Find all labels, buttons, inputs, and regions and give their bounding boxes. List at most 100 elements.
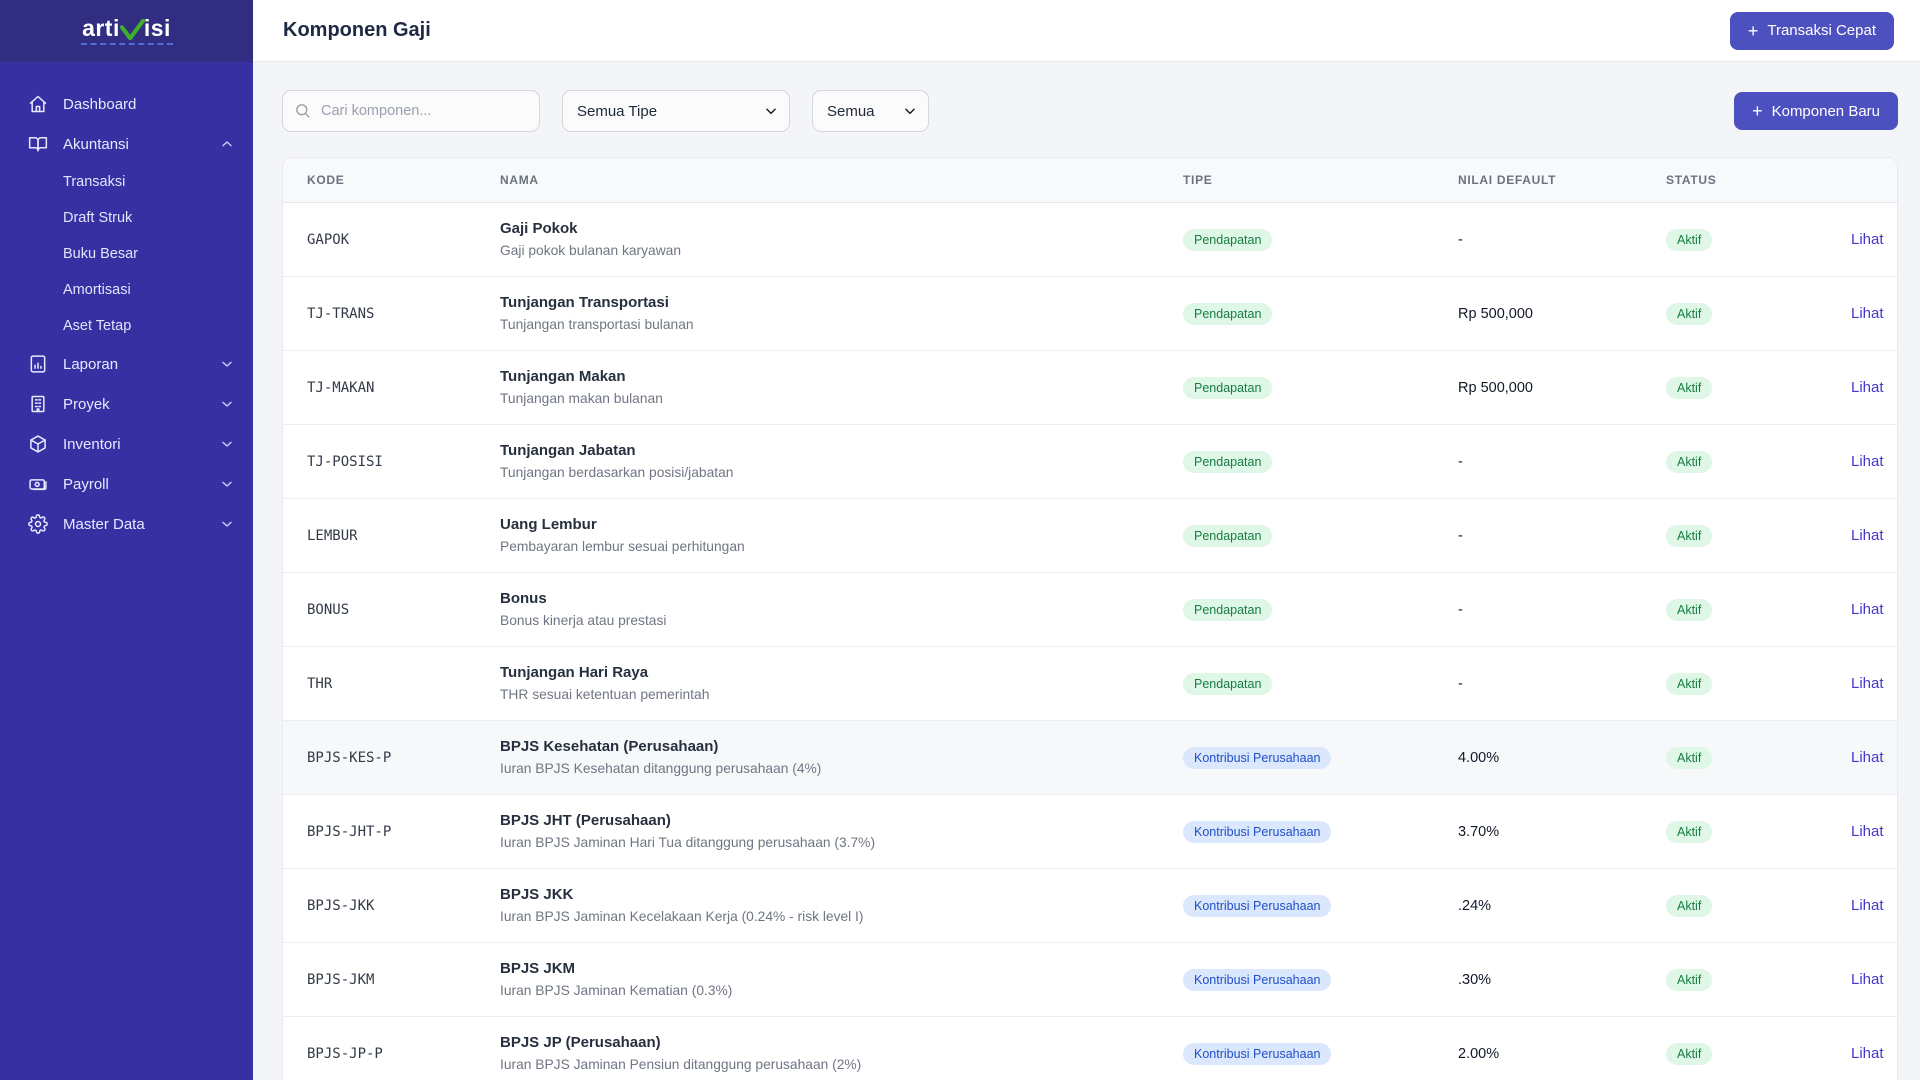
components-table: KODE NAMA TIPE NILAI DEFAULT STATUS GAPOK Gaj… — [283, 158, 1897, 1080]
sidebar-item-payroll[interactable]: Payroll — [0, 464, 253, 504]
quick-transaction-button[interactable]: + Transaksi Cepat — [1729, 11, 1894, 50]
default-value: - — [1458, 527, 1463, 544]
sidebar-subitem-aset-tetap[interactable]: Aset Tetap — [0, 308, 253, 344]
component-name: Tunjangan Jabatan — [500, 442, 636, 459]
logo-band: arti isi — [0, 0, 253, 62]
type-badge: Pendapatan — [1183, 524, 1273, 547]
component-code: GAPOK — [307, 231, 350, 248]
default-value: - — [1458, 601, 1463, 618]
lihat-link[interactable]: Lihat — [1851, 601, 1884, 618]
type-badge: Pendapatan — [1183, 672, 1273, 695]
table-row: LEMBUR Uang Lembur Pembayaran lembur sesua… — [283, 498, 1897, 573]
lihat-link[interactable]: Lihat — [1851, 379, 1884, 396]
component-name: BPJS Kesehatan (Perusahaan) — [500, 738, 719, 755]
lihat-link[interactable]: Lihat — [1851, 823, 1884, 840]
component-code: BPJS-KES-P — [307, 749, 392, 766]
lihat-link[interactable]: Lihat — [1851, 527, 1884, 544]
table-row: BPJS-JP-P BPJS JP (Perusahaan) Iuran BPJS … — [283, 1016, 1897, 1080]
status-badge: Aktif — [1666, 746, 1713, 769]
sidebar-subitem-amortisasi[interactable]: Amortisasi — [0, 272, 253, 308]
default-value: 4.00% — [1458, 749, 1500, 766]
component-code: BPJS-JKM — [307, 971, 375, 988]
sidebar-item-dashboard[interactable]: Dashboard — [0, 84, 253, 124]
component-name: BPJS JKK — [500, 886, 574, 903]
sidebar-subitem-buku-besar[interactable]: Buku Besar — [0, 236, 253, 272]
brand-underline — [80, 43, 173, 45]
chevron-down-icon — [219, 476, 235, 492]
sidebar-subitem-transaksi[interactable]: Transaksi — [0, 164, 253, 200]
table-row: BONUS Bonus Bonus kinerja atau prestasi Pen… — [283, 572, 1897, 647]
column-header-nama: NAMA — [488, 158, 1171, 203]
status-badge: Aktif — [1666, 450, 1713, 473]
brand-logo: arti isi — [80, 15, 173, 45]
lihat-link[interactable]: Lihat — [1851, 1045, 1884, 1062]
default-value: - — [1458, 675, 1463, 692]
type-badge: Kontribusi Perusahaan — [1183, 968, 1332, 991]
component-description: Gaji pokok bulanan karyawan — [500, 243, 682, 258]
component-name: Uang Lembur — [500, 516, 597, 533]
lihat-link[interactable]: Lihat — [1851, 971, 1884, 988]
default-value: - — [1458, 231, 1463, 248]
type-filter-select[interactable]: Semua Tipe — [562, 90, 790, 132]
component-code: BONUS — [307, 601, 350, 618]
sidebar-item-label: Master Data — [63, 515, 145, 533]
gear-icon — [28, 514, 48, 534]
component-description: Bonus kinerja atau prestasi — [500, 613, 667, 628]
lihat-link[interactable]: Lihat — [1851, 453, 1884, 470]
chevron-up-icon — [219, 136, 235, 152]
table-row: THR Tunjangan Hari Raya THR sesuai ketentu… — [283, 646, 1897, 721]
component-name: Tunjangan Makan — [500, 368, 626, 385]
column-header-nilai-default: NILAI DEFAULT — [1446, 158, 1654, 203]
type-badge: Pendapatan — [1183, 228, 1273, 251]
brand-text-right: isi — [143, 15, 171, 41]
type-filter-wrap: Semua Tipe — [562, 90, 790, 132]
default-value: .24% — [1458, 897, 1492, 914]
search-icon — [294, 102, 311, 119]
status-badge: Aktif — [1666, 524, 1713, 547]
cash-icon — [28, 474, 48, 494]
plus-icon: + — [1747, 20, 1759, 41]
component-name: Gaji Pokok — [500, 220, 578, 237]
sidebar-item-label: Proyek — [63, 395, 110, 413]
sidebar-item-inventori[interactable]: Inventori — [0, 424, 253, 464]
lihat-link[interactable]: Lihat — [1851, 675, 1884, 692]
sidebar: arti isi Dashboard Akuntansi Transaksi Draf… — [0, 0, 253, 1080]
component-code: BPJS-JP-P — [307, 1045, 383, 1062]
type-badge: Kontribusi Perusahaan — [1183, 746, 1332, 769]
type-badge: Pendapatan — [1183, 598, 1273, 621]
sidebar-item-label: Payroll — [63, 475, 109, 493]
type-badge: Kontribusi Perusahaan — [1183, 820, 1332, 843]
book-icon — [28, 134, 48, 154]
cube-icon — [28, 434, 48, 454]
report-icon — [28, 354, 48, 374]
components-table-card: KODE NAMA TIPE NILAI DEFAULT STATUS GAPOK Gaj… — [282, 157, 1898, 1080]
sidebar-item-master-data[interactable]: Master Data — [0, 504, 253, 544]
sidebar-item-proyek[interactable]: Proyek — [0, 384, 253, 424]
lihat-link[interactable]: Lihat — [1851, 897, 1884, 914]
component-code: LEMBUR — [307, 527, 358, 544]
new-component-button[interactable]: + Komponen Baru — [1734, 92, 1898, 130]
search-input[interactable] — [282, 90, 540, 132]
component-description: Tunjangan berdasarkan posisi/jabatan — [500, 465, 734, 480]
lihat-link[interactable]: Lihat — [1851, 231, 1884, 248]
default-value: 3.70% — [1458, 823, 1500, 840]
table-row: BPJS-JHT-P BPJS JHT (Perusahaan) Iuran BPJ… — [283, 794, 1897, 869]
component-name: BPJS JP (Perusahaan) — [500, 1034, 661, 1051]
status-filter-select[interactable]: Semua — [812, 90, 929, 132]
sidebar-item-akuntansi[interactable]: Akuntansi — [0, 124, 253, 164]
status-badge: Aktif — [1666, 1042, 1713, 1065]
table-row: TJ-MAKAN Tunjangan Makan Tunjangan makan b… — [283, 350, 1897, 425]
component-name: Bonus — [500, 590, 547, 607]
status-badge: Aktif — [1666, 894, 1713, 917]
component-code: BPJS-JKK — [307, 897, 375, 914]
lihat-link[interactable]: Lihat — [1851, 749, 1884, 766]
lihat-link[interactable]: Lihat — [1851, 305, 1884, 322]
table-row: BPJS-JKK BPJS JKK Iuran BPJS Jaminan Kecel… — [283, 868, 1897, 943]
component-name: Tunjangan Hari Raya — [500, 664, 649, 681]
sidebar-subitem-draft-struk[interactable]: Draft Struk — [0, 200, 253, 236]
table-row: TJ-POSISI Tunjangan Jabatan Tunjangan berd… — [283, 424, 1897, 499]
sidebar-item-laporan[interactable]: Laporan — [0, 344, 253, 384]
search-box — [282, 90, 540, 132]
component-code: THR — [307, 675, 333, 692]
table-row: BPJS-JKM BPJS JKM Iuran BPJS Jaminan Kemat… — [283, 942, 1897, 1017]
